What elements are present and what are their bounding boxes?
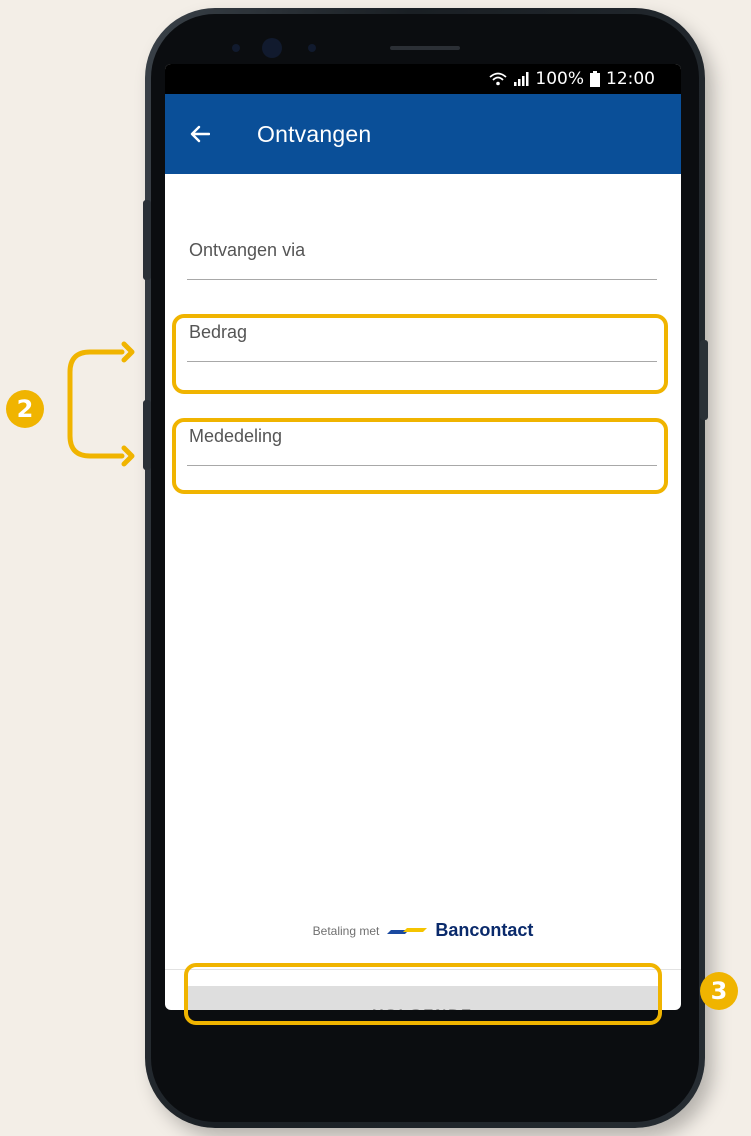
bancontact-branding: Betaling met Bancontact (165, 920, 681, 941)
wifi-icon (489, 72, 507, 86)
highlight-message-field (172, 418, 668, 494)
bancontact-logo-icon (387, 927, 428, 934)
receive-via-label: Ontvangen via (189, 240, 306, 260)
bracket-arrows-icon (67, 341, 135, 467)
payment-with-text: Betaling met (312, 923, 380, 938)
sensor-icon (232, 44, 240, 52)
status-bar: 100% 12:00 (165, 64, 681, 94)
signal-icon (514, 72, 529, 86)
highlight-amount-field (172, 314, 668, 394)
battery-percentage: 100% (535, 69, 584, 89)
receive-via-dropdown[interactable]: Ontvangen via (187, 236, 657, 280)
phone-side-button-left-top (143, 200, 151, 280)
battery-icon (590, 71, 600, 87)
phone-side-button-left-bottom (143, 400, 151, 470)
app-screen: 100% 12:00 Ontvangen Ontvangen via Bedra… (165, 64, 681, 1010)
step-badge-3: 3 (700, 972, 738, 1010)
page-title: Ontvangen (257, 120, 372, 147)
step-badge-2: 2 (6, 390, 44, 428)
earpiece-speaker (390, 46, 460, 50)
phone-side-button-right (700, 340, 708, 420)
front-camera-icon (262, 38, 282, 58)
app-bar: Ontvangen (165, 94, 681, 174)
sensor-icon (308, 44, 316, 52)
back-arrow-icon[interactable] (189, 123, 211, 145)
bancontact-brand-name: Bancontact (435, 920, 534, 940)
highlight-next-button (184, 963, 662, 1025)
clock: 12:00 (606, 69, 655, 89)
